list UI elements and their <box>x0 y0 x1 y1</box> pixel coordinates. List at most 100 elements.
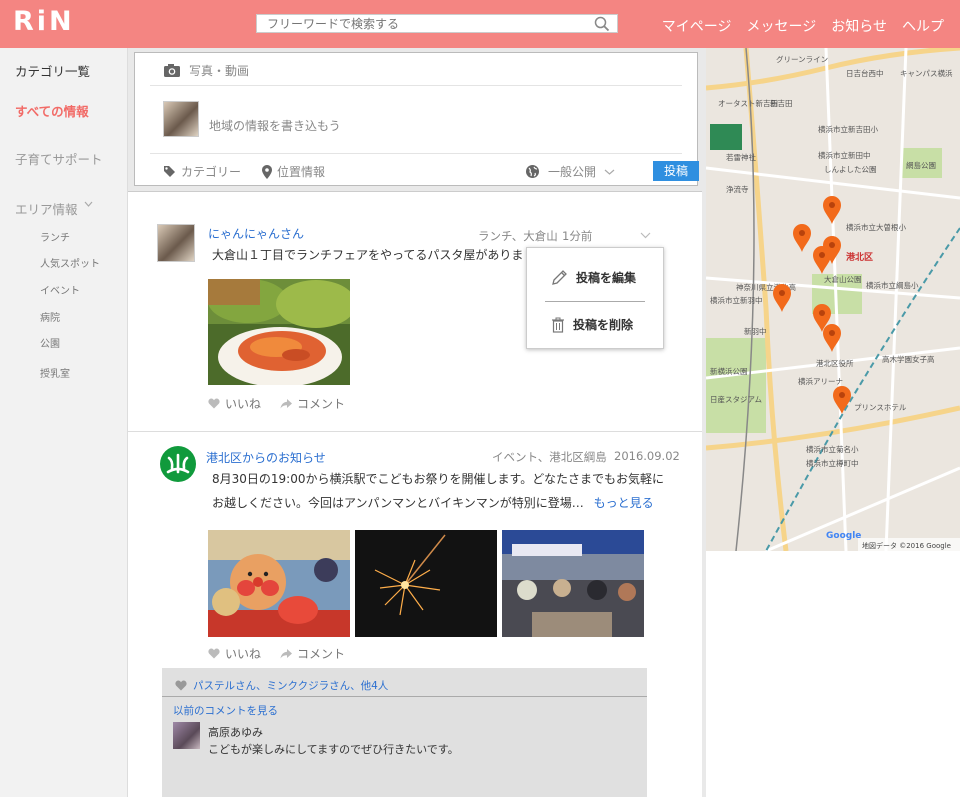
previous-comments-link[interactable]: 以前のコメントを見る <box>173 703 278 718</box>
area-map[interactable]: グリーンライン 日吉台西中 キャンパス横浜 オータスト新吉田 新吉田 横浜市立新… <box>706 48 960 551</box>
search-box[interactable] <box>256 14 618 33</box>
map-pin-dot <box>829 330 835 336</box>
pencil-icon <box>552 270 567 285</box>
sidebar-area-nursing-room[interactable]: 授乳室 <box>40 365 70 380</box>
post-button[interactable]: 投稿 <box>653 161 699 181</box>
sidebar-area-label: エリア情報 <box>15 202 78 217</box>
map-label: 日吉台西中 <box>846 68 884 78</box>
app-header: RiN マイページ メッセージ お知らせ ヘルプ <box>0 0 960 48</box>
map-pin-dot <box>779 290 785 296</box>
map-label: 若雷神社 <box>726 152 756 162</box>
comment-button[interactable]: コメント <box>280 395 345 412</box>
sidebar-area-park[interactable]: 公園 <box>40 335 60 350</box>
pasta-photo[interactable] <box>208 279 350 385</box>
post-category-location: イベント、港北区綱島 <box>492 450 607 464</box>
visibility-selector[interactable]: 一般公開 <box>525 163 615 180</box>
composer-input[interactable]: 地域の情報を書き込もう <box>209 117 702 134</box>
app-logo[interactable]: RiN <box>13 6 75 37</box>
composer-avatar <box>163 101 199 137</box>
map-pin-dot <box>819 252 825 258</box>
map-label: 横浜市立綱島小 <box>866 280 919 290</box>
comment-label: コメント <box>297 647 346 661</box>
search-icon[interactable] <box>594 16 610 32</box>
google-logo: Google <box>826 531 861 541</box>
location-selector[interactable]: 位置情報 <box>262 163 325 180</box>
map-canvas[interactable]: グリーンライン 日吉台西中 キャンパス横浜 オータスト新吉田 新吉田 横浜市立新… <box>706 48 960 551</box>
sidebar-item-childcare[interactable]: 子育てサポート <box>15 149 103 168</box>
comment-avatar[interactable] <box>173 722 200 749</box>
sidebar-item-all-info[interactable]: すべての情報 <box>15 101 89 120</box>
nav-notifications[interactable]: お知らせ <box>831 16 887 36</box>
post-author[interactable]: にゃんにゃんさん <box>208 225 304 242</box>
anpanman-photo[interactable] <box>208 530 350 637</box>
map-pin-dot <box>829 242 835 248</box>
kohoku-ward-logo[interactable] <box>160 446 196 482</box>
delete-post-menu-item[interactable]: 投稿を削除 <box>551 316 633 333</box>
visibility-label: 一般公開 <box>548 165 597 179</box>
map-label: 横浜市立新羽中 <box>710 295 763 305</box>
map-label: グリーンライン <box>776 54 828 64</box>
like-button[interactable]: いいね <box>208 645 261 662</box>
share-arrow-icon <box>280 648 292 658</box>
chevron-down-icon <box>84 201 92 207</box>
composer-area: 写真・動画 地域の情報を書き込もう カテゴリー 位置情報 一般公開 投稿 <box>128 48 702 192</box>
map-label: 新羽中 <box>744 326 767 336</box>
sidebar-item-area-info[interactable]: エリア情報 <box>15 199 93 218</box>
park-area <box>706 338 766 433</box>
festival-photo[interactable] <box>502 530 644 637</box>
composer-divider <box>150 153 682 154</box>
map-pin-dot <box>839 392 845 398</box>
comment-button[interactable]: コメント <box>280 645 345 662</box>
post-options-chevron-icon[interactable] <box>640 232 651 239</box>
comment-label: コメント <box>297 397 346 411</box>
map-label: オータスト新吉田 <box>718 98 778 108</box>
globe-icon <box>526 165 539 178</box>
edit-post-label: 投稿を編集 <box>576 271 637 285</box>
nav-mypage[interactable]: マイページ <box>662 16 732 36</box>
sidebar-area-events[interactable]: イベント <box>40 282 80 297</box>
menu-separator <box>545 301 645 302</box>
nav-help[interactable]: ヘルプ <box>902 16 944 36</box>
likes-summary[interactable]: パステルさん、ミンククジラさん、他4人 <box>175 678 388 693</box>
like-button[interactable]: いいね <box>208 395 261 412</box>
map-label: 横浜市立菊名小 <box>806 444 859 454</box>
map-pin-dot <box>799 230 805 236</box>
comments-divider <box>162 696 647 697</box>
map-label: キャンパス横浜 <box>900 68 953 78</box>
add-photo-video[interactable]: 写真・動画 <box>163 62 702 79</box>
sparkler-photo[interactable] <box>355 530 497 637</box>
map-label: 浄流寺 <box>726 184 749 194</box>
category-selector[interactable]: カテゴリー <box>163 163 241 180</box>
sidebar-area-lunch[interactable]: ランチ <box>40 229 70 244</box>
trash-icon <box>552 317 564 333</box>
map-label: 横浜アリーナ <box>798 376 843 386</box>
read-more-link[interactable]: もっと見る <box>594 496 654 510</box>
search-input[interactable] <box>257 15 587 32</box>
likes-names: パステルさん、ミンククジラさん、他4人 <box>193 680 389 692</box>
sidebar: カテゴリ一覧 すべての情報 子育てサポート エリア情報 ランチ 人気スポット イ… <box>0 48 128 797</box>
post-body-line-1: 8月30日の19:00から横浜駅でこどもお祭りを開催します。どなたさまでもお気軽… <box>212 472 665 486</box>
nav-message[interactable]: メッセージ <box>747 16 817 36</box>
post-options-menu: 投稿を編集 投稿を削除 <box>526 247 664 349</box>
chevron-down-icon <box>604 169 615 175</box>
edit-post-menu-item[interactable]: 投稿を編集 <box>551 269 636 286</box>
post-body-text: お越しください。今回はアンパンマンとバイキンマンが特別に登場… <box>212 496 584 510</box>
map-label: 網島公園 <box>906 160 936 170</box>
delete-post-label: 投稿を削除 <box>573 318 634 332</box>
sidebar-area-spots[interactable]: 人気スポット <box>40 255 100 270</box>
share-arrow-icon <box>280 398 292 408</box>
post-author[interactable]: 港北区からのお知らせ <box>206 449 326 466</box>
post-avatar[interactable] <box>157 224 195 262</box>
comment-author[interactable]: 高原あゆみ <box>208 724 263 740</box>
sidebar-area-hospital[interactable]: 病院 <box>40 309 60 324</box>
map-label: プリンスホテル <box>854 403 907 412</box>
map-label: 港北区 <box>846 251 873 263</box>
heart-icon <box>175 680 187 691</box>
map-label: 日産スタジアム <box>710 394 762 404</box>
composer: 写真・動画 地域の情報を書き込もう カテゴリー 位置情報 一般公開 投稿 <box>134 52 699 186</box>
comments-panel: パステルさん、ミンククジラさん、他4人 以前のコメントを見る 高原あゆみ こども… <box>162 668 647 797</box>
map-label: 横浜市立大曽根小 <box>846 222 906 232</box>
sidebar-category-list[interactable]: カテゴリ一覧 <box>15 61 90 80</box>
post-time: 1分前 <box>562 229 593 243</box>
like-label: いいね <box>225 397 262 411</box>
